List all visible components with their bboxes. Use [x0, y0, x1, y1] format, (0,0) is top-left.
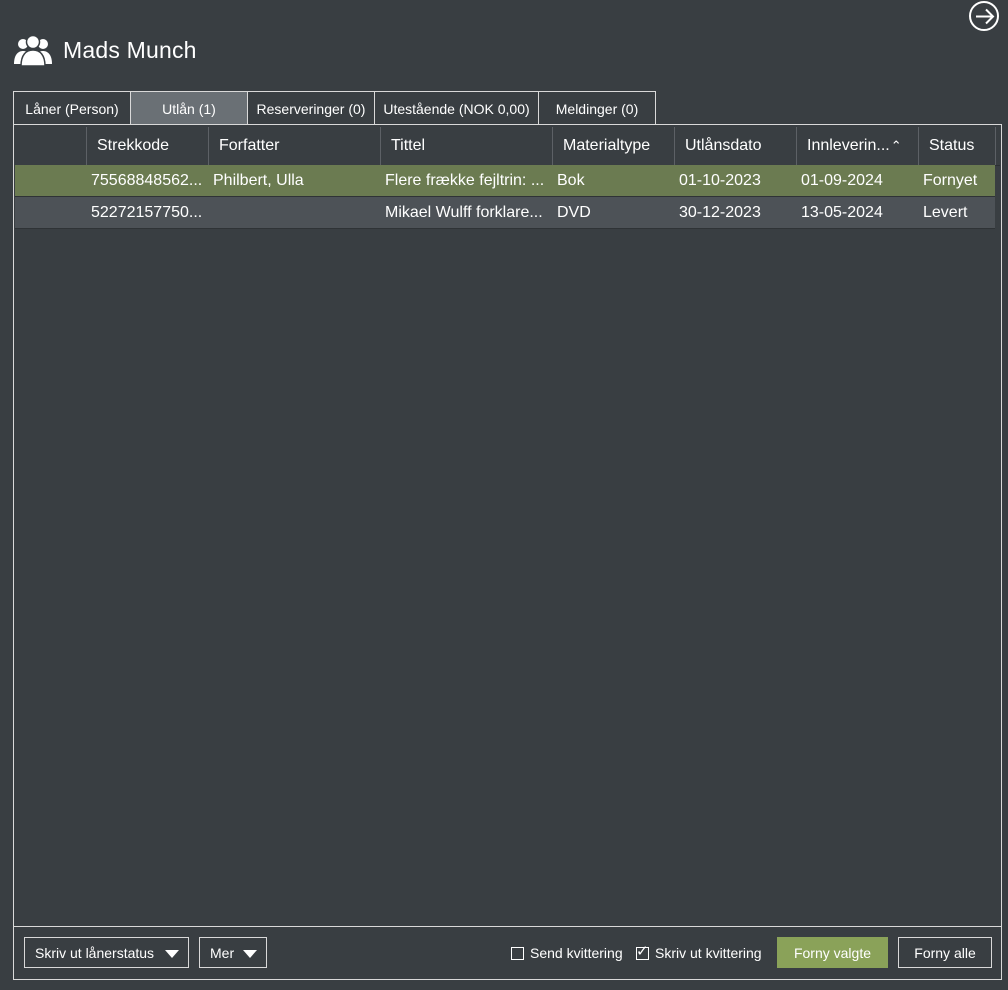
- cell-material-type: DVD: [557, 203, 591, 221]
- column-header-author[interactable]: Forfatter: [209, 127, 381, 165]
- column-label: Status: [929, 137, 975, 154]
- cell-title: Flere frække fejltrin: ...: [385, 171, 545, 189]
- column-label: Strekkode: [97, 137, 170, 154]
- column-header-select[interactable]: [15, 127, 87, 165]
- table-header: Strekkode Forfatter Tittel Materialtype …: [15, 127, 1000, 166]
- tab-label: Låner (Person): [25, 100, 119, 117]
- column-label: Utlånsdato: [685, 137, 762, 154]
- column-header-title[interactable]: Tittel: [381, 127, 553, 165]
- checkbox-checked-icon: ✓: [636, 942, 649, 960]
- dropdown-label: Skriv ut lånerstatus: [35, 944, 155, 961]
- tab-label: Utestående (NOK 0,00): [383, 100, 530, 117]
- column-header-material-type[interactable]: Materialtype: [553, 127, 675, 165]
- print-receipt-checkbox[interactable]: ✓ Skriv ut kvittering: [636, 942, 762, 961]
- action-bar: Skriv ut lånerstatus Mer Send kvittering…: [14, 926, 1001, 979]
- tab-bar: Låner (Person) Utlån (1) Reserveringer (…: [13, 91, 656, 125]
- checkbox-unchecked-icon: [511, 946, 524, 960]
- patron-header: Mads Munch: [14, 32, 197, 68]
- cell-title: Mikael Wulff forklare...: [385, 203, 543, 221]
- send-receipt-checkbox[interactable]: Send kvittering: [511, 945, 623, 961]
- button-label: Forny valgte: [793, 944, 872, 961]
- caret-down-icon: [243, 950, 257, 958]
- cell-status: Fornyet: [923, 171, 978, 189]
- column-label: Materialtype: [563, 137, 651, 154]
- tab-messages[interactable]: Meldinger (0): [538, 91, 656, 125]
- users-icon: [14, 34, 52, 67]
- dropdown-label: Mer: [210, 944, 235, 961]
- column-header-loan-date[interactable]: Utlånsdato: [675, 127, 797, 165]
- column-header-barcode[interactable]: Strekkode: [87, 127, 209, 165]
- cell-loan-date: 30-12-2023: [679, 203, 761, 221]
- arrow-right-icon: [976, 8, 995, 25]
- loans-panel: Strekkode Forfatter Tittel Materialtype …: [13, 124, 1002, 980]
- patron-name: Mads Munch: [63, 36, 197, 63]
- cell-author: Philbert, Ulla: [213, 171, 304, 189]
- renew-all-button[interactable]: Forny alle: [898, 937, 992, 968]
- tab-label: Utlån (1): [162, 100, 216, 117]
- sort-ascending-icon: ⌃: [890, 138, 902, 153]
- tab-borrower[interactable]: Låner (Person): [13, 91, 131, 125]
- tab-outstanding[interactable]: Utestående (NOK 0,00): [374, 91, 539, 125]
- table-row[interactable]: 52272157750... Mikael Wulff forklare... …: [15, 197, 995, 229]
- exit-button[interactable]: [969, 1, 999, 31]
- cell-due-date: 13-05-2024: [801, 203, 883, 221]
- print-patron-status-dropdown[interactable]: Skriv ut lånerstatus: [24, 937, 189, 968]
- table-row[interactable]: 75568848562... Philbert, Ulla Flere fræk…: [15, 165, 995, 197]
- column-header-due-date[interactable]: Innleverin... ⌃: [797, 127, 919, 165]
- caret-down-icon: [165, 950, 179, 958]
- cell-status: Levert: [923, 203, 968, 221]
- tab-label: Meldinger (0): [555, 100, 639, 117]
- column-label: Forfatter: [219, 137, 280, 154]
- tab-label: Reserveringer (0): [256, 100, 366, 117]
- column-header-status[interactable]: Status: [919, 127, 996, 165]
- cell-material-type: Bok: [557, 171, 585, 189]
- loans-table-body: 75568848562... Philbert, Ulla Flere fræk…: [15, 165, 995, 229]
- cell-loan-date: 01-10-2023: [679, 171, 761, 189]
- cell-due-date: 01-09-2024: [801, 171, 883, 189]
- column-label: Innleverin...: [807, 137, 890, 154]
- renew-selected-button[interactable]: Forny valgte: [777, 937, 888, 968]
- cell-barcode: 75568848562...: [91, 171, 203, 189]
- tab-reservations[interactable]: Reserveringer (0): [247, 91, 375, 125]
- checkmark-icon: ✓: [636, 942, 649, 960]
- button-label: Forny alle: [914, 944, 976, 961]
- tab-loans[interactable]: Utlån (1): [130, 91, 248, 125]
- cell-barcode: 52272157750...: [91, 203, 203, 221]
- more-dropdown[interactable]: Mer: [199, 937, 267, 968]
- column-label: Tittel: [391, 137, 426, 154]
- checkbox-label: Skriv ut kvittering: [655, 945, 762, 961]
- checkbox-label: Send kvittering: [530, 945, 623, 961]
